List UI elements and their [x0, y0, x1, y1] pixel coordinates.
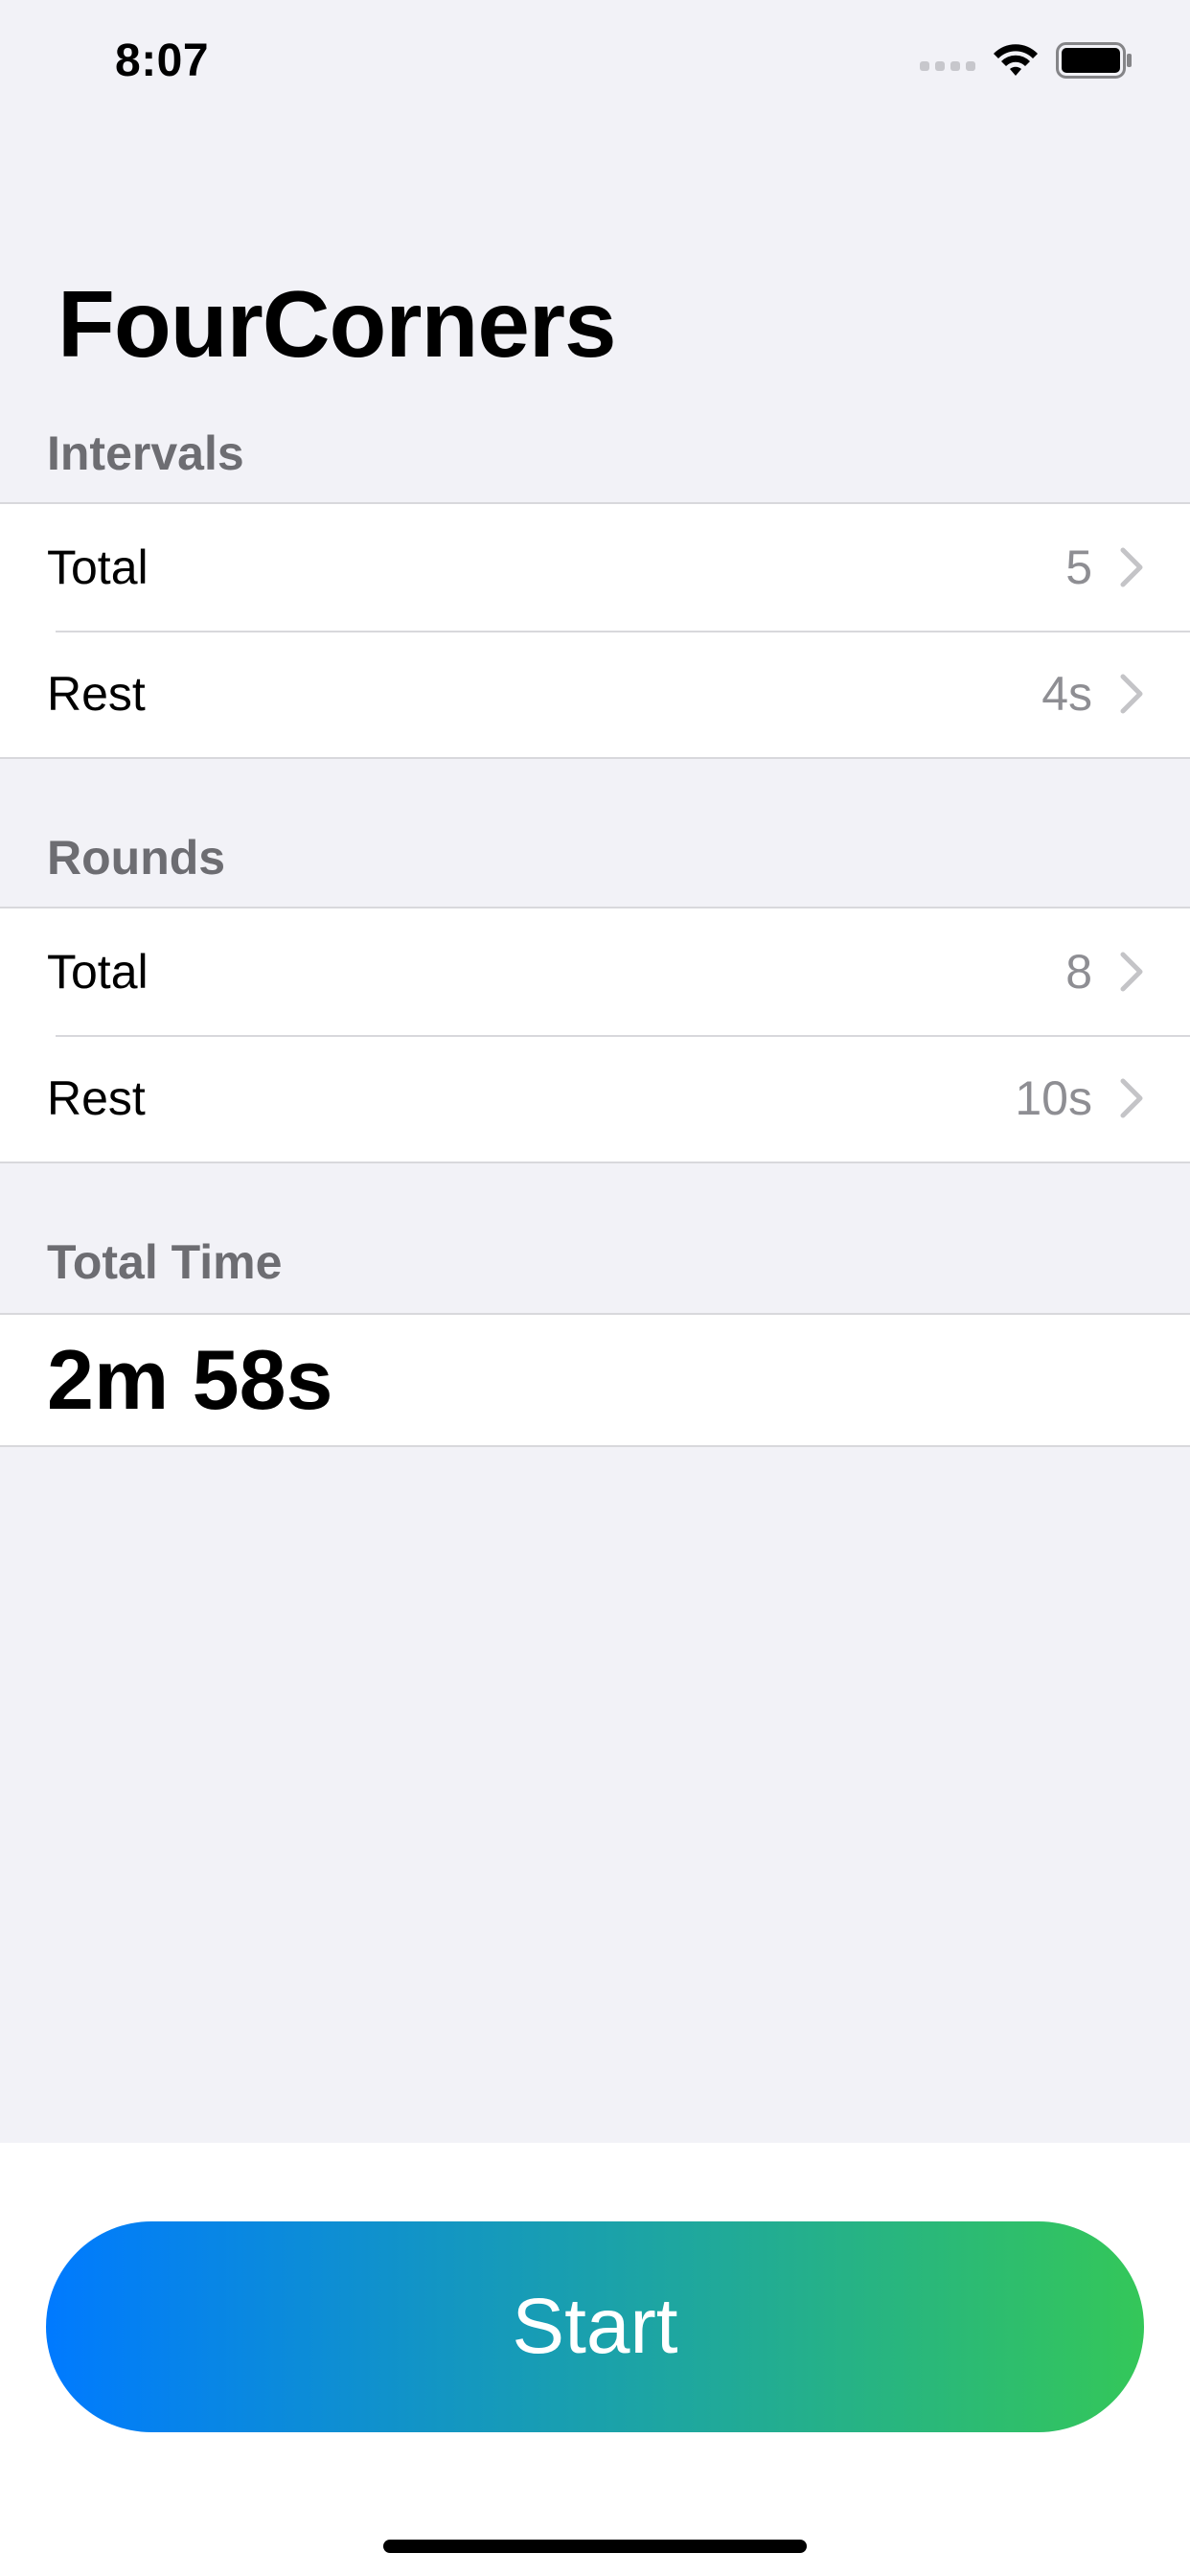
start-button[interactable]: Start — [46, 2221, 1144, 2432]
total-time-value: 2m 58s — [47, 1332, 333, 1427]
row-label: Total — [47, 945, 149, 999]
chevron-right-icon — [1120, 674, 1143, 714]
row-value: 8 — [1065, 945, 1092, 999]
status-time: 8:07 — [115, 35, 210, 86]
section-header-rounds: Rounds — [47, 831, 226, 885]
section-header-total-time: Total Time — [47, 1235, 283, 1289]
intervals-total-row[interactable]: Total 5 — [0, 504, 1190, 631]
rounds-rest-row[interactable]: Rest 10s — [0, 1035, 1190, 1162]
cellular-signal-icon — [920, 50, 975, 71]
row-label: Rest — [47, 1071, 146, 1125]
bottom-panel: Start — [0, 2143, 1190, 2576]
chevron-right-icon — [1120, 952, 1143, 992]
row-label: Rest — [47, 667, 146, 721]
intervals-rest-row[interactable]: Rest 4s — [0, 631, 1190, 757]
status-icons — [920, 42, 1133, 79]
intervals-group: Total 5 Rest 4s — [0, 502, 1190, 759]
chevron-right-icon — [1120, 1078, 1143, 1118]
status-bar: 8:07 — [0, 0, 1190, 126]
battery-icon — [1056, 42, 1132, 79]
total-time-group: 2m 58s — [0, 1313, 1190, 1447]
row-label: Total — [47, 540, 149, 594]
rounds-total-row[interactable]: Total 8 — [0, 908, 1190, 1035]
home-indicator[interactable] — [383, 2540, 807, 2553]
page-title: FourCorners — [57, 271, 617, 377]
section-header-intervals: Intervals — [47, 426, 244, 480]
row-value: 5 — [1065, 540, 1092, 594]
rounds-group: Total 8 Rest 10s — [0, 907, 1190, 1163]
wifi-icon — [994, 44, 1038, 76]
chevron-right-icon — [1120, 547, 1143, 587]
row-value: 10s — [1015, 1071, 1092, 1125]
row-value: 4s — [1041, 667, 1092, 721]
